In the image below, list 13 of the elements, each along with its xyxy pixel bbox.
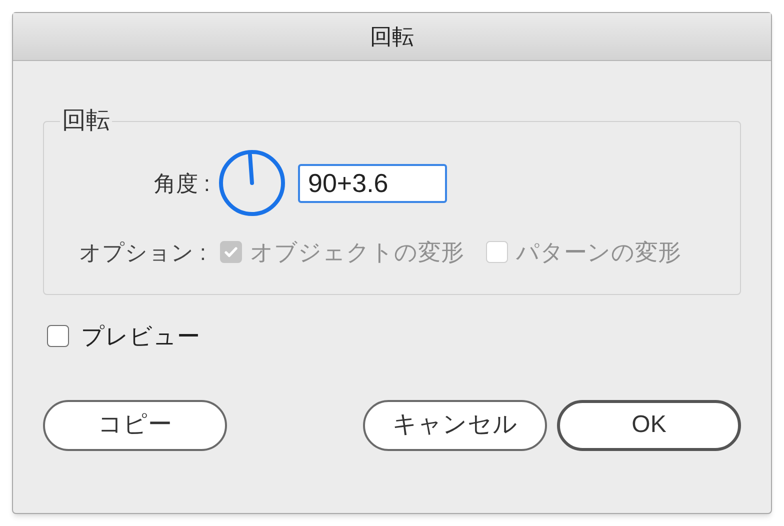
dialog-button[interactable]: キャンセル	[363, 400, 547, 450]
option-label: オブジェクトの変形	[250, 238, 464, 267]
checkbox[interactable]	[47, 325, 69, 348]
dialog-button[interactable]: コピー	[43, 400, 227, 450]
option-label: パターンの変形	[516, 238, 681, 267]
preview-label: プレビュー	[81, 322, 200, 351]
angle-input[interactable]: 90+3.6	[298, 164, 447, 202]
group-title: 回転	[61, 107, 111, 135]
angle-label: 角度 :	[152, 170, 210, 198]
angle-dial-icon[interactable]	[218, 149, 286, 217]
window-title: 回転	[370, 23, 414, 51]
default-button[interactable]: OK	[557, 400, 741, 450]
options-label: オプション :	[78, 238, 206, 267]
